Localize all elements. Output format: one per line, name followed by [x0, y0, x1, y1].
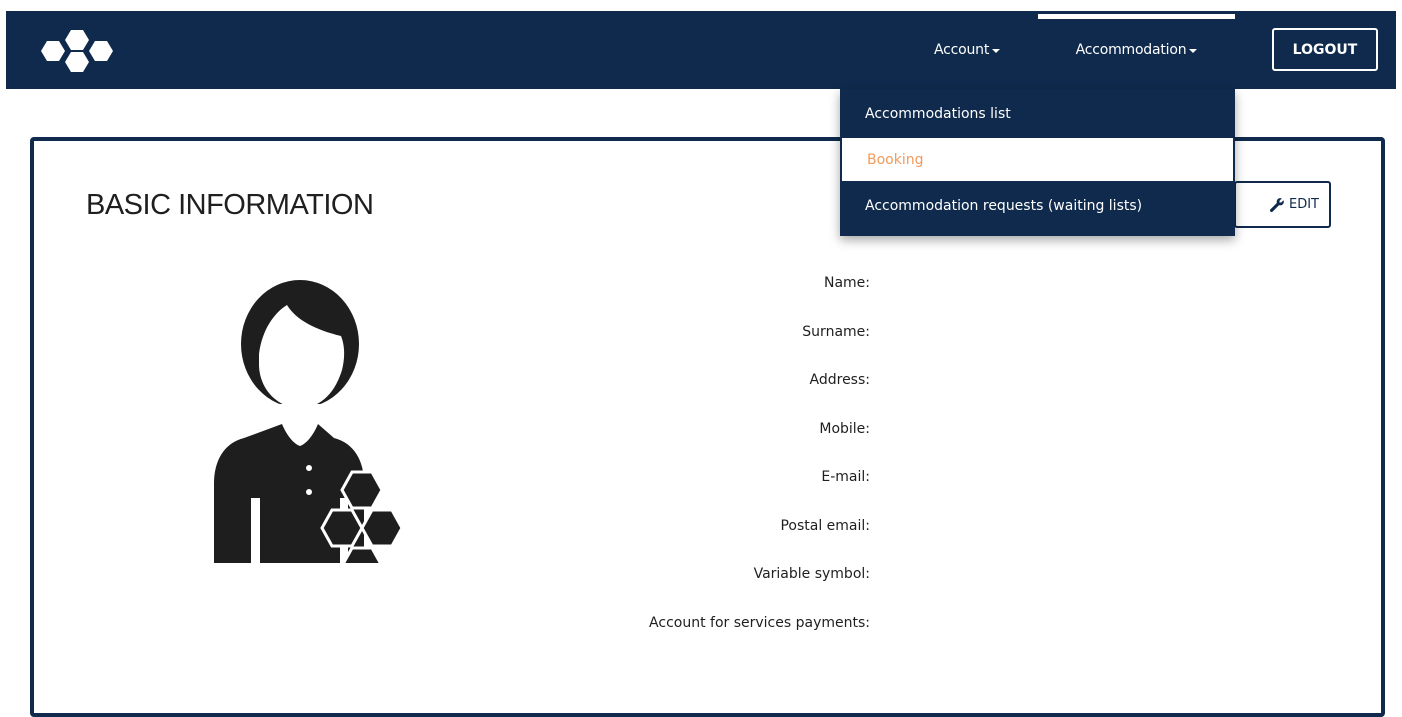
field-postal-email-label: Postal email: — [780, 517, 870, 534]
edit-button-label: EDIT — [1289, 197, 1319, 212]
field-surname-label: Surname: — [802, 323, 870, 340]
accommodation-dropdown-menu: Accommodations list Booking Accommodatio… — [840, 89, 1235, 236]
top-navbar: Account Accommodation LOGOUT — [6, 11, 1396, 89]
active-indicator — [1038, 14, 1235, 19]
field-address-label: Address: — [809, 372, 870, 389]
menu-item-booking[interactable]: Booking — [842, 138, 1233, 181]
logout-button[interactable]: LOGOUT — [1272, 28, 1378, 71]
honeycomb-logo[interactable] — [38, 24, 118, 78]
menu-item-accommodation-requests[interactable]: Accommodation requests (waiting lists) — [840, 181, 1235, 230]
field-variable-symbol-label: Variable symbol: — [753, 566, 870, 583]
field-mobile-label: Mobile: — [819, 420, 870, 437]
chevron-down-icon — [1189, 49, 1198, 53]
edit-button[interactable]: EDIT — [1234, 181, 1331, 228]
profile-fields: Name: Surname: Address: Mobile: E-mail: … — [554, 259, 870, 647]
menu-item-accommodations-list[interactable]: Accommodations list — [840, 89, 1235, 138]
wrench-icon — [1269, 197, 1284, 212]
nav-account[interactable]: Account — [934, 11, 1001, 89]
field-account-payments-label: Account for services payments: — [649, 614, 870, 631]
field-email-label: E-mail: — [821, 469, 870, 486]
nav-account-label: Account — [934, 42, 990, 58]
nav-accommodation-label: Accommodation — [1075, 42, 1187, 58]
field-name-label: Name: — [823, 275, 870, 292]
user-honeycomb-icon — [214, 280, 404, 563]
page-title: BASIC INFORMATION — [86, 189, 374, 221]
nav-accommodation[interactable]: Accommodation — [1038, 11, 1235, 89]
chevron-down-icon — [992, 49, 1001, 53]
